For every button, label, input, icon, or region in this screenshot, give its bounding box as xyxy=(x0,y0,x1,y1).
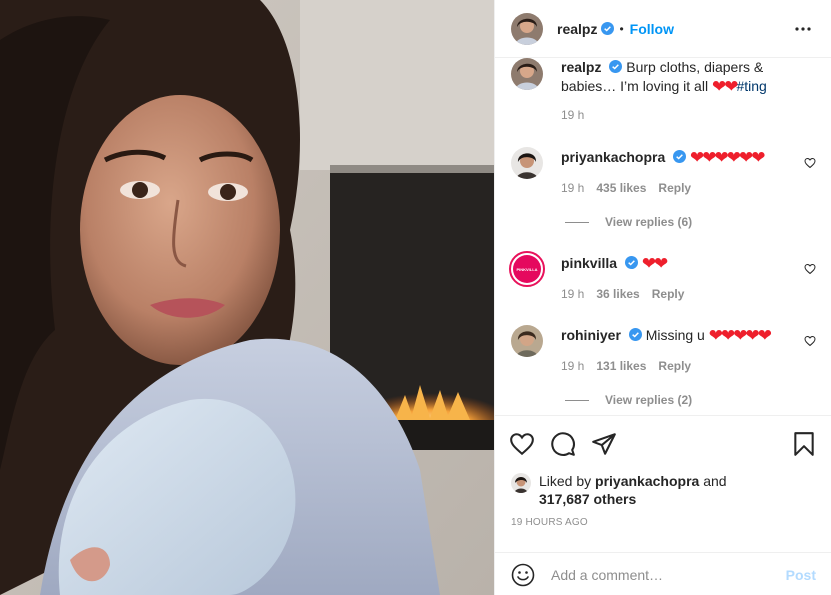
follow-button[interactable]: Follow xyxy=(630,21,674,37)
liked-by-prefix: Liked by xyxy=(539,473,596,489)
post-timestamp[interactable]: 19 HOURS AGO xyxy=(511,517,588,528)
replies-divider xyxy=(565,399,589,401)
caption: realpz Burp cloths, diapers & babies… I’… xyxy=(511,58,816,128)
caption-hashtag[interactable]: #ting xyxy=(736,78,766,94)
comment-time[interactable]: 19 h xyxy=(561,287,584,301)
comment-hearts: ❤❤ xyxy=(641,254,668,273)
comment-hearts: ❤❤❤❤❤❤ xyxy=(690,148,765,167)
liker-avatar[interactable] xyxy=(511,473,531,493)
post-header: realpz • Follow xyxy=(495,0,831,58)
comment-body: pinkvilla ❤❤ xyxy=(561,254,801,273)
liked-by-middle: and xyxy=(699,473,727,489)
commenter-avatar[interactable] xyxy=(511,325,543,357)
comment-item: priyankachopra ❤❤❤❤❤❤ 19 h 435 likes Rep… xyxy=(511,147,816,237)
comment-meta: 19 h 131 likes Reply xyxy=(561,359,691,373)
caption-hearts: ❤❤ xyxy=(711,77,738,96)
verified-icon xyxy=(624,256,638,269)
author-avatar[interactable] xyxy=(511,12,543,45)
comment-like-icon[interactable] xyxy=(804,157,816,169)
comment-item: rohiniyer Missing u ❤❤❤❤❤ 19 h 131 likes… xyxy=(511,325,816,415)
author-username[interactable]: realpz xyxy=(557,21,597,37)
caption-body: realpz Burp cloths, diapers & babies… I’… xyxy=(561,58,801,96)
caption-username[interactable]: realpz xyxy=(561,59,601,75)
comment-item: PINKVILLA pinkvilla ❤❤ 19 h 36 likes Rep… xyxy=(509,251,816,303)
view-replies-button[interactable]: View replies (6) xyxy=(565,215,692,229)
share-icon[interactable] xyxy=(591,431,617,457)
liked-by-text: Liked by priyankachopra and 317,687 othe… xyxy=(539,472,727,508)
reply-button[interactable]: Reply xyxy=(658,181,691,195)
more-options-icon[interactable] xyxy=(794,20,812,38)
replies-divider xyxy=(565,221,589,223)
liked-by: Liked by priyankachopra and 317,687 othe… xyxy=(511,472,727,508)
comment-likes[interactable]: 36 likes xyxy=(596,287,639,301)
comment-username[interactable]: pinkvilla xyxy=(561,255,617,271)
view-replies-label: View replies (6) xyxy=(605,215,693,229)
liked-by-user[interactable]: priyankachopra xyxy=(595,473,699,489)
caption-meta: 19 h xyxy=(561,108,584,122)
verified-icon xyxy=(628,328,642,341)
post-photo-illustration xyxy=(0,0,494,595)
save-icon[interactable] xyxy=(791,431,817,457)
comment-meta: 19 h 36 likes Reply xyxy=(561,287,684,301)
comment-body: rohiniyer Missing u ❤❤❤❤❤ xyxy=(561,326,801,345)
verified-icon xyxy=(601,22,615,35)
verified-icon xyxy=(609,60,623,73)
comment-username[interactable]: priyankachopra xyxy=(561,149,665,165)
caption-time[interactable]: 19 h xyxy=(561,108,584,122)
commenter-avatar[interactable]: PINKVILLA xyxy=(509,251,545,287)
comment-time[interactable]: 19 h xyxy=(561,181,584,195)
separator-dot: • xyxy=(619,21,624,36)
comment-like-icon[interactable] xyxy=(804,263,816,275)
emoji-icon[interactable] xyxy=(511,563,535,587)
post-image[interactable] xyxy=(0,0,494,595)
comment-time[interactable]: 19 h xyxy=(561,359,584,373)
like-icon[interactable] xyxy=(509,431,535,457)
comment-text: Missing u xyxy=(645,327,709,343)
comment-like-icon[interactable] xyxy=(804,335,816,347)
add-comment-bar: Post xyxy=(495,552,831,595)
comment-likes[interactable]: 435 likes xyxy=(596,181,646,195)
view-replies-button[interactable]: View replies (2) xyxy=(565,393,692,407)
comment-icon[interactable] xyxy=(550,431,576,457)
reply-button[interactable]: Reply xyxy=(652,287,685,301)
comment-body: priyankachopra ❤❤❤❤❤❤ xyxy=(561,148,801,167)
comment-username[interactable]: rohiniyer xyxy=(561,327,621,343)
view-replies-label: View replies (2) xyxy=(605,393,693,407)
verified-icon xyxy=(673,150,687,163)
comment-input[interactable] xyxy=(551,566,786,583)
liked-by-others[interactable]: 317,687 others xyxy=(539,491,636,507)
post-actions-section: Liked by priyankachopra and 317,687 othe… xyxy=(495,415,831,595)
comment-hearts: ❤❤❤❤❤ xyxy=(708,326,772,345)
reply-button[interactable]: Reply xyxy=(658,359,691,373)
caption-avatar[interactable] xyxy=(511,58,543,90)
comment-likes[interactable]: 131 likes xyxy=(596,359,646,373)
comment-meta: 19 h 435 likes Reply xyxy=(561,181,691,195)
post-comment-button[interactable]: Post xyxy=(786,567,816,583)
pinkvilla-logo: PINKVILLA xyxy=(513,255,541,283)
commenter-avatar[interactable] xyxy=(511,147,543,179)
post-details-panel: realpz • Follow realpz Burp cloths, diap… xyxy=(494,0,831,595)
